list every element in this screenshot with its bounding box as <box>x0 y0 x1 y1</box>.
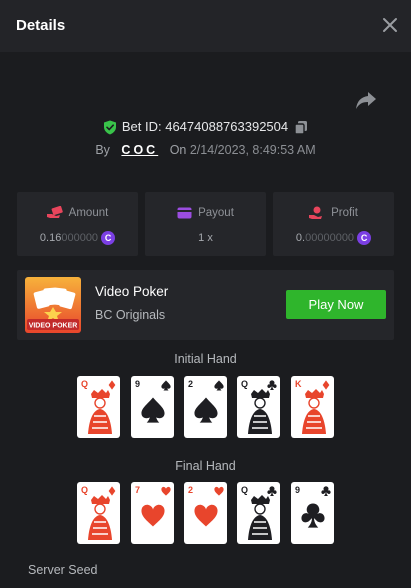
share-icon[interactable] <box>355 90 377 110</box>
card-rank: 7 <box>135 485 140 495</box>
card-rank: 9 <box>135 379 140 389</box>
card-rank: Q <box>81 379 88 389</box>
card-pip-spades-icon <box>214 380 224 391</box>
game-name: Video Poker <box>95 284 169 299</box>
initial-card-5: K <box>291 376 334 438</box>
initial-card-1: Q <box>77 376 120 438</box>
play-now-button[interactable]: Play Now <box>286 290 386 319</box>
server-seed-label: Server Seed <box>28 563 98 577</box>
bet-meta-row: By COC On 2/14/2023, 8:49:53 AM <box>0 141 411 159</box>
court-figure <box>88 389 112 434</box>
final-card-2: 7 <box>131 482 174 544</box>
svg-text:VIDEO POKER: VIDEO POKER <box>29 323 78 330</box>
video-poker-logo: VIDEO POKER <box>25 277 81 333</box>
spades-icon <box>141 397 165 423</box>
court-figure <box>302 389 326 434</box>
initial-card-4: Q <box>237 376 280 438</box>
card-pip-diamonds-icon <box>108 486 116 496</box>
court-figure <box>88 495 112 540</box>
game-card: VIDEO POKER Video Poker BC Originals Pla… <box>17 270 394 340</box>
on-label: On <box>169 143 187 157</box>
hearts-icon <box>141 504 165 527</box>
card-rank: 2 <box>188 485 193 495</box>
game-provider: BC Originals <box>95 308 166 322</box>
final-card-1: Q <box>77 482 120 544</box>
initial-hand-label: Initial Hand <box>174 352 237 366</box>
card-pip-clubs-icon <box>267 380 277 391</box>
user-link[interactable]: COC <box>121 143 158 157</box>
card-rank: 2 <box>188 379 193 389</box>
card-pip-diamonds-icon <box>322 380 330 390</box>
card-pip-hearts-icon <box>161 486 171 496</box>
amount-value: 0.16000000 C <box>17 230 138 246</box>
close-icon[interactable] <box>381 16 399 34</box>
card-rank: K <box>295 379 302 389</box>
card-rank: Q <box>241 485 248 495</box>
copy-icon[interactable] <box>294 120 308 135</box>
amount-stat: Amount 0.16000000 C <box>17 192 138 256</box>
profit-stat: Profit 0.00000000 C <box>273 192 394 256</box>
bet-date: 2/14/2023, 8:49:53 AM <box>189 143 316 157</box>
hearts-icon <box>194 504 218 527</box>
wallet-hand-icon <box>46 206 63 219</box>
by-label: By <box>95 143 110 157</box>
payout-value: 1 x <box>198 232 213 244</box>
payout-label: Payout <box>198 207 234 219</box>
profit-label: Profit <box>331 207 358 219</box>
profit-hand-icon <box>309 206 323 220</box>
clubs-icon <box>301 503 325 528</box>
game-thumbnail[interactable]: VIDEO POKER <box>25 277 81 333</box>
payout-stat: Payout 1 x <box>145 192 266 256</box>
card-payment-icon <box>177 207 192 219</box>
final-card-4: Q <box>237 482 280 544</box>
bet-id-text: Bet ID: 46474088763392504 <box>121 119 289 134</box>
card-rank: Q <box>81 485 88 495</box>
final-card-5: 9 <box>291 482 334 544</box>
coin-icon: C <box>357 231 372 246</box>
bet-id-row: Bet ID: 46474088763392504 <box>0 117 411 137</box>
card-rank: 9 <box>295 485 300 495</box>
card-rank: Q <box>241 379 248 389</box>
spades-icon <box>194 397 218 423</box>
dialog-title: Details <box>16 17 66 34</box>
card-pip-clubs-icon <box>321 486 331 497</box>
card-pip-diamonds-icon <box>108 380 116 390</box>
initial-card-3: 2 <box>184 376 227 438</box>
shield-check-icon <box>103 120 116 135</box>
final-hand-label: Final Hand <box>175 459 236 473</box>
court-figure <box>248 389 272 434</box>
final-card-3: 2 <box>184 482 227 544</box>
card-pip-clubs-icon <box>267 486 277 497</box>
card-pip-hearts-icon <box>214 486 224 496</box>
profit-value: 0.00000000 C <box>273 230 394 246</box>
coin-icon: C <box>101 231 116 246</box>
amount-label: Amount <box>68 207 109 219</box>
header-bar: Details <box>0 0 411 52</box>
court-figure <box>248 495 272 540</box>
card-pip-spades-icon <box>161 380 171 391</box>
initial-card-2: 9 <box>131 376 174 438</box>
